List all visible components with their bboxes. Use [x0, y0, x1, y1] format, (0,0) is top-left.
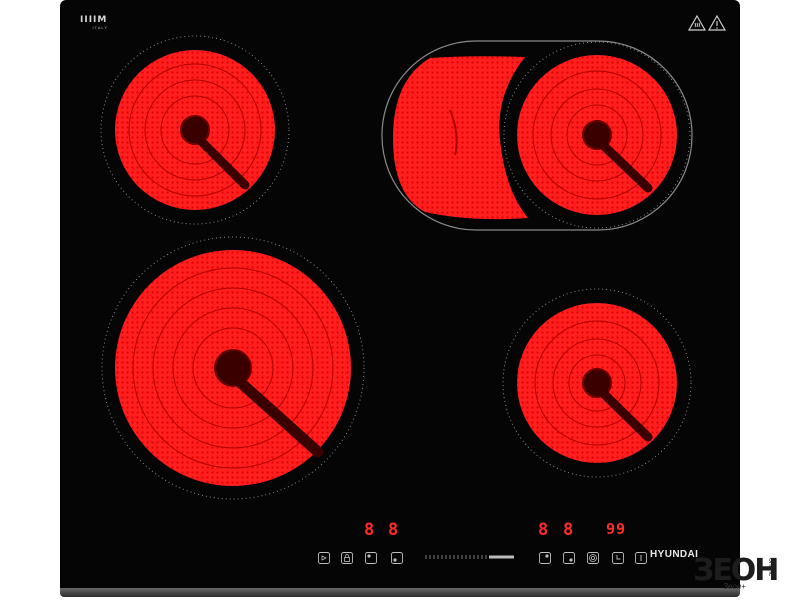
power-icon[interactable]: [318, 551, 330, 564]
timer-icon[interactable]: [612, 551, 624, 564]
zone-select-icon[interactable]: [365, 551, 377, 564]
power-display-left-b: 8: [388, 520, 400, 540]
power-display-left-a: 8: [364, 520, 376, 540]
cooking-zone-bottom-right[interactable]: [502, 288, 692, 478]
dual-zone-icon[interactable]: [587, 551, 599, 564]
power-display-right-b: 8: [563, 520, 575, 540]
watermark-tagline: Зеон+: [723, 582, 746, 591]
timer-display: 99: [606, 520, 627, 538]
watermark: ЗЕОН Зеон+ online: [693, 556, 779, 592]
zone-select-icon[interactable]: [539, 551, 551, 564]
zone-select-icon[interactable]: [563, 551, 575, 564]
watermark-side-text: online: [767, 558, 774, 577]
cooking-zone-top-left[interactable]: [100, 35, 290, 225]
info-icon[interactable]: [635, 551, 647, 564]
power-display-right-a: 8: [538, 520, 550, 540]
cooking-zone-top-right-dual[interactable]: [381, 40, 693, 231]
brand-name: HYUNDAI: [650, 549, 699, 560]
cooking-zones: [100, 35, 693, 500]
lock-icon[interactable]: [341, 551, 353, 564]
zone-select-icon[interactable]: [391, 551, 403, 564]
cooking-zone-bottom-left[interactable]: [101, 236, 365, 500]
power-slider[interactable]: [425, 554, 515, 560]
